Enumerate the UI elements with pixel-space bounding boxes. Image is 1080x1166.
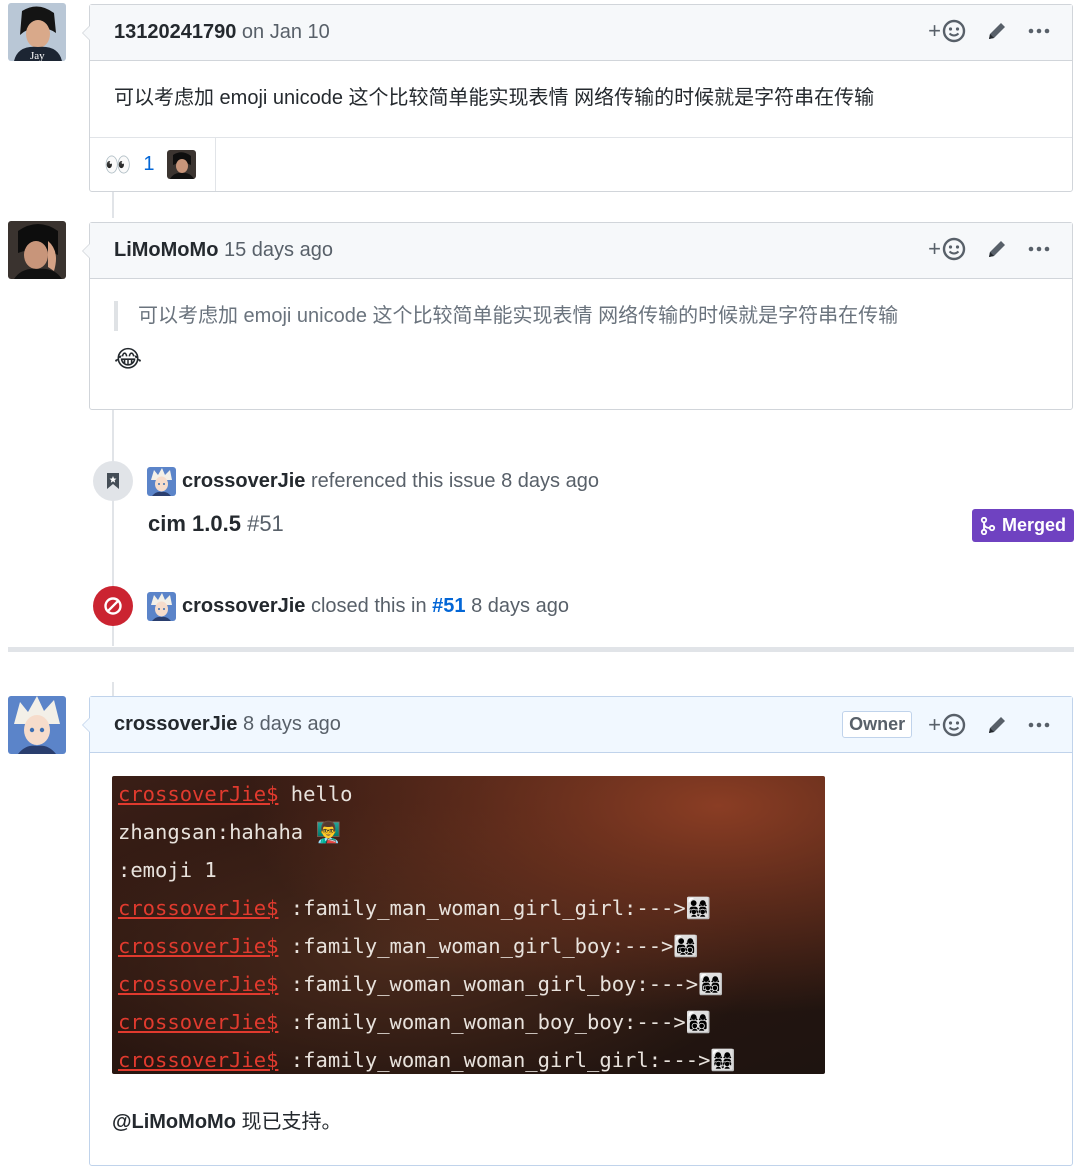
comment: 13120241790 on Jan 10 + 可以考虑加 emoji unic… [82,4,1073,192]
smiley-icon [942,237,966,261]
terminal-text: :family_woman_woman_girl_girl:--->👩‍👩‍👧‍… [278,1048,736,1072]
reference-event: crossoverJie referenced this issue 8 day… [93,461,599,501]
terminal-text: :family_woman_woman_girl_boy:--->👩‍👩‍👧‍👦 [278,972,724,996]
reaction-eyes-button[interactable]: 👀 1 [90,138,216,191]
event-text: referenced this issue [310,469,496,492]
terminal-text: zhangsan:hahaha 👨‍🏫 [118,820,341,844]
edit-button[interactable] [986,714,1008,736]
closing-text: 现已支持。 [235,1111,342,1133]
pencil-icon [989,716,1005,733]
owner-badge: Owner [842,711,913,738]
timeline-separator [8,647,1074,652]
reactor-avatar[interactable] [166,150,196,179]
event-actor[interactable]: crossoverJie [182,595,305,618]
pr-title[interactable]: cim 1.0.5 [148,511,241,536]
closed-event: crossoverJie closed this in #51 8 days a… [93,586,569,626]
add-reaction-button[interactable]: + [928,713,966,737]
more-options-button[interactable] [1028,245,1050,253]
comment: LiMoMoMo 15 days ago + 可以考虑加 emoji unico… [82,222,1073,410]
pr-number[interactable]: #51 [247,511,284,536]
terminal-prompt: crossoverJie$ [118,934,279,958]
kebab-horizontal-icon [1028,246,1050,252]
comment-author[interactable]: LiMoMoMo [114,239,218,261]
svg-text:Jay: Jay [30,50,45,61]
avatar[interactable]: Jay [8,3,66,61]
terminal-text: hello [278,782,353,806]
actor-avatar[interactable] [147,591,176,621]
kebab-horizontal-icon [1028,722,1050,727]
comment-date[interactable]: 8 days ago [243,713,341,735]
terminal-text: :emoji 1 [118,858,217,882]
comment: crossoverJie 8 days ago Owner + crossove… [82,696,1073,1166]
terminal-prompt: crossoverJie$ [118,782,279,806]
event-date[interactable]: 8 days ago [471,595,569,618]
reactions-bar: 👀 1 [90,137,1072,191]
terminal-prompt: crossoverJie$ [118,896,279,920]
event-date[interactable]: 8 days ago [501,470,599,493]
pencil-icon [989,241,1005,257]
comment-author[interactable]: 13120241790 [114,21,236,43]
merged-badge: Merged [971,509,1074,542]
edit-button[interactable] [986,238,1008,260]
referenced-pr[interactable]: cim 1.0.5 #51 [148,511,284,537]
comment-header: LiMoMoMo 15 days ago + [90,223,1072,279]
smiley-icon [942,713,966,736]
closing-message: @LiMoMoMo 现已支持。 [112,1105,1072,1134]
more-options-button[interactable] [1028,27,1050,35]
timeline-line [112,192,114,218]
avatar[interactable] [8,696,66,754]
bookmark-icon [93,461,133,501]
terminal-prompt: crossoverJie$ [118,972,279,996]
timeline-line [112,682,114,696]
joy-emoji: 😂 [114,346,143,373]
user-mention[interactable]: @LiMoMoMo [112,1111,236,1133]
avatar[interactable] [8,221,66,279]
comment-date[interactable]: 15 days ago [224,239,333,261]
terminal-screenshot[interactable]: crossoverJie$ hello zhangsan:hahaha 👨‍🏫 … [112,776,825,1074]
comment-body: 可以考虑加 emoji unicode 这个比较简单能实现表情 网络传输的时候就… [114,87,875,109]
closing-pr-link[interactable]: #51 [432,595,465,618]
smiley-icon [942,19,966,43]
circle-slash-icon [93,586,133,626]
pencil-icon [989,23,1005,39]
terminal-text: :family_man_woman_girl_boy:--->👨‍👩‍👧‍👦 [278,934,699,958]
event-actor[interactable]: crossoverJie [182,470,305,493]
event-text: closed this in [310,594,427,617]
comment-body: 可以考虑加 emoji unicode 这个比较简单能实现表情 网络传输的时候就… [90,279,1072,399]
actor-avatar[interactable] [147,466,176,496]
terminal-prompt: crossoverJie$ [118,1010,279,1034]
add-reaction-button[interactable]: + [928,237,966,261]
eyes-icon: 👀 [104,151,132,177]
add-reaction-button[interactable]: + [928,19,966,43]
comment-header: 13120241790 on Jan 10 + [90,5,1072,61]
comment-author[interactable]: crossoverJie [114,713,237,735]
merged-label: Merged [1001,515,1066,535]
blockquote: 可以考虑加 emoji unicode 这个比较简单能实现表情 网络传输的时候就… [114,301,1048,331]
comment-body: crossoverJie$ hello zhangsan:hahaha 👨‍🏫 … [90,753,1072,1134]
git-merge-icon [980,516,996,535]
terminal-text: :family_woman_woman_boy_boy:--->👩‍👩‍👦‍👦 [278,1010,712,1034]
comment-date[interactable]: on Jan 10 [242,21,330,43]
terminal-text: :family_man_woman_girl_girl:--->👨‍👩‍👧‍👧 [278,896,712,920]
more-options-button[interactable] [1028,721,1050,729]
reaction-count: 1 [143,153,155,175]
terminal-prompt: crossoverJie$ [118,1048,279,1072]
edit-button[interactable] [986,20,1008,42]
comment-header: crossoverJie 8 days ago Owner + [90,697,1072,753]
kebab-horizontal-icon [1028,28,1050,34]
